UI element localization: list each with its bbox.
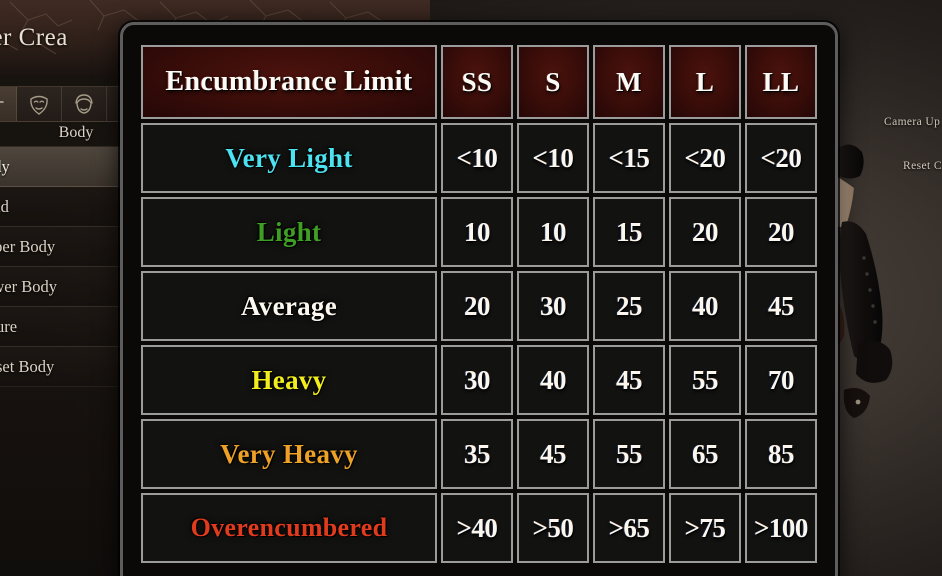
cell-heavy-m: 45 [593, 345, 665, 415]
header-col-ss: SS [441, 45, 513, 119]
hair-icon[interactable] [62, 87, 107, 121]
table-row: Average 20 30 25 40 45 [141, 271, 817, 341]
camera-hint-label: Camera Up [884, 116, 941, 128]
cell-very-heavy-m: 55 [593, 419, 665, 489]
table-row: Overencumbered >40 >50 >65 >75 >100 [141, 493, 817, 563]
reset-hint-label: Reset C [903, 160, 942, 172]
face-icon[interactable] [17, 87, 62, 121]
table-row: Light 10 10 15 20 20 [141, 197, 817, 267]
header-col-m: M [593, 45, 665, 119]
body-figure-icon[interactable] [0, 87, 17, 121]
cell-average-l: 40 [669, 271, 741, 341]
cell-overencumbered-l: >75 [669, 493, 741, 563]
cell-very-light-ss: <10 [441, 123, 513, 193]
cell-very-heavy-l: 65 [669, 419, 741, 489]
header-col-s: S [517, 45, 589, 119]
cell-very-heavy-s: 45 [517, 419, 589, 489]
cell-light-m: 15 [593, 197, 665, 267]
cell-light-ll: 20 [745, 197, 817, 267]
cell-average-m: 25 [593, 271, 665, 341]
cell-very-light-l: <20 [669, 123, 741, 193]
cell-heavy-l: 55 [669, 345, 741, 415]
row-label-heavy: Heavy [141, 345, 437, 415]
cell-very-heavy-ss: 35 [441, 419, 513, 489]
cell-average-ss: 20 [441, 271, 513, 341]
encumbrance-limit-table: Encumbrance Limit SS S M L LL Very Light… [137, 41, 821, 567]
table-row: Very Heavy 35 45 55 65 85 [141, 419, 817, 489]
row-label-very-light: Very Light [141, 123, 437, 193]
game-screen: racter Crea [0, 0, 942, 576]
cell-heavy-s: 40 [517, 345, 589, 415]
character-model-preview [836, 130, 916, 430]
cell-overencumbered-s: >50 [517, 493, 589, 563]
cell-average-ll: 45 [745, 271, 817, 341]
cell-overencumbered-ss: >40 [441, 493, 513, 563]
header-encumbrance-limit-text: Encumbrance Limit [165, 66, 413, 97]
encumbrance-limit-panel: Encumbrance Limit SS S M L LL Very Light… [120, 22, 838, 576]
row-label-very-heavy: Very Heavy [141, 419, 437, 489]
cell-light-l: 20 [669, 197, 741, 267]
table-row: Very Light <10 <10 <15 <20 <20 [141, 123, 817, 193]
cell-overencumbered-ll: >100 [745, 493, 817, 563]
cell-very-heavy-ll: 85 [745, 419, 817, 489]
cell-heavy-ss: 30 [441, 345, 513, 415]
table-header-row: Encumbrance Limit SS S M L LL [141, 45, 817, 119]
cell-overencumbered-m: >65 [593, 493, 665, 563]
row-label-average: Average [141, 271, 437, 341]
cell-light-ss: 10 [441, 197, 513, 267]
cell-very-light-s: <10 [517, 123, 589, 193]
cell-average-s: 30 [517, 271, 589, 341]
cell-heavy-ll: 70 [745, 345, 817, 415]
header-encumbrance-limit: Encumbrance Limit [141, 45, 437, 119]
row-label-overencumbered: Overencumbered [141, 493, 437, 563]
table-row: Heavy 30 40 45 55 70 [141, 345, 817, 415]
header-col-l: L [669, 45, 741, 119]
header-col-ll: LL [745, 45, 817, 119]
cell-light-s: 10 [517, 197, 589, 267]
cell-very-light-ll: <20 [745, 123, 817, 193]
cell-very-light-m: <15 [593, 123, 665, 193]
row-label-light: Light [141, 197, 437, 267]
